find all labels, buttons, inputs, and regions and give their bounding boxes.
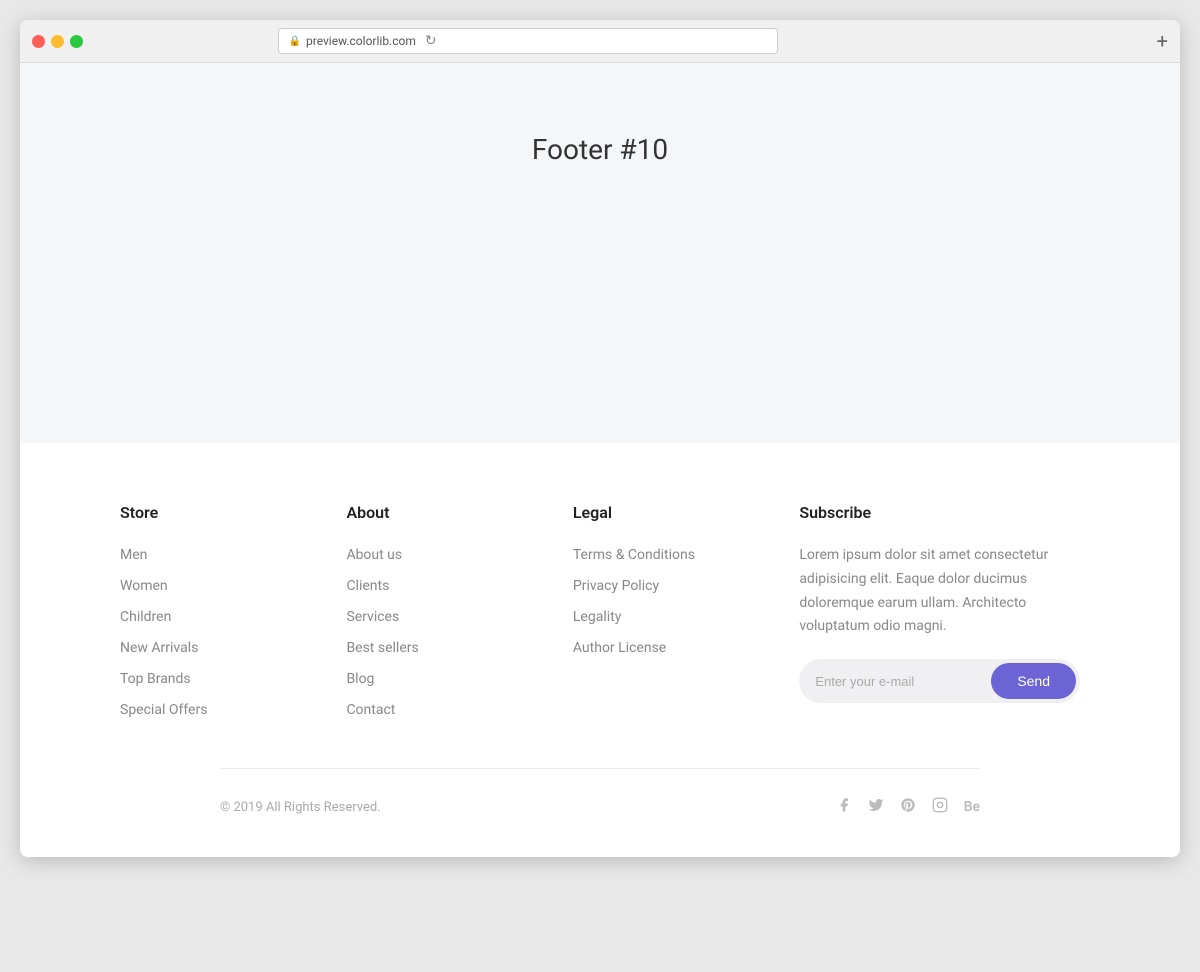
browser-dots: [32, 35, 83, 48]
list-item: Contact: [346, 699, 572, 718]
subscribe-form: Send: [799, 659, 1080, 703]
store-link-top-brands[interactable]: Top Brands: [120, 671, 191, 687]
list-item: Best sellers: [346, 637, 572, 656]
list-item: Women: [120, 575, 346, 594]
store-link-new-arrivals[interactable]: New Arrivals: [120, 640, 198, 656]
legal-heading: Legal: [573, 503, 799, 522]
close-dot[interactable]: [32, 35, 45, 48]
about-link-clients[interactable]: Clients: [346, 578, 389, 594]
new-tab-button[interactable]: +: [1157, 31, 1168, 51]
lock-icon: 🔒: [289, 36, 301, 47]
url-text: preview.colorlib.com: [306, 34, 416, 48]
footer-columns: Store Men Women Children New Arrivals To…: [120, 503, 1080, 768]
legal-link-terms[interactable]: Terms & Conditions: [573, 547, 695, 563]
list-item: Terms & Conditions: [573, 544, 799, 563]
about-link-best-sellers[interactable]: Best sellers: [346, 640, 418, 656]
list-item: Blog: [346, 668, 572, 687]
footer-col-about: About About us Clients Services Best sel…: [346, 503, 572, 718]
list-item: Men: [120, 544, 346, 563]
social-icons: Be: [836, 797, 980, 817]
about-link-services[interactable]: Services: [346, 609, 399, 625]
legal-link-privacy[interactable]: Privacy Policy: [573, 578, 659, 594]
footer-col-legal: Legal Terms & Conditions Privacy Policy …: [573, 503, 799, 718]
store-link-special-offers[interactable]: Special Offers: [120, 702, 207, 718]
about-heading: About: [346, 503, 572, 522]
address-bar: 🔒 preview.colorlib.com ↻: [278, 28, 778, 54]
store-link-children[interactable]: Children: [120, 609, 171, 625]
subscribe-heading: Subscribe: [799, 503, 1080, 522]
twitter-icon[interactable]: [868, 797, 884, 817]
list-item: Legality: [573, 606, 799, 625]
list-item: Author License: [573, 637, 799, 656]
refresh-icon[interactable]: ↻: [425, 33, 437, 49]
list-item: Special Offers: [120, 699, 346, 718]
facebook-icon[interactable]: [836, 797, 852, 817]
legal-link-author-license[interactable]: Author License: [573, 640, 666, 656]
legal-links: Terms & Conditions Privacy Policy Legali…: [573, 544, 799, 656]
maximize-dot[interactable]: [70, 35, 83, 48]
footer-col-store: Store Men Women Children New Arrivals To…: [120, 503, 346, 718]
store-link-men[interactable]: Men: [120, 547, 147, 563]
footer: Store Men Women Children New Arrivals To…: [20, 443, 1180, 857]
pinterest-icon[interactable]: [900, 797, 916, 817]
page-title: Footer #10: [532, 133, 668, 166]
about-link-contact[interactable]: Contact: [346, 702, 395, 718]
legal-link-legality[interactable]: Legality: [573, 609, 621, 625]
footer-col-subscribe: Subscribe Lorem ipsum dolor sit amet con…: [799, 503, 1080, 718]
about-link-blog[interactable]: Blog: [346, 671, 374, 687]
minimize-dot[interactable]: [51, 35, 64, 48]
about-link-about-us[interactable]: About us: [346, 547, 402, 563]
browser-toolbar: 🔒 preview.colorlib.com ↻ +: [20, 20, 1180, 63]
list-item: Privacy Policy: [573, 575, 799, 594]
behance-icon[interactable]: Be: [964, 799, 980, 815]
list-item: Services: [346, 606, 572, 625]
store-link-women[interactable]: Women: [120, 578, 168, 594]
copyright-text: © 2019 All Rights Reserved.: [220, 800, 381, 815]
about-links: About us Clients Services Best sellers B…: [346, 544, 572, 718]
browser-window: 🔒 preview.colorlib.com ↻ + Footer #10 St…: [20, 20, 1180, 857]
page-content: Footer #10: [20, 63, 1180, 443]
footer-bottom: © 2019 All Rights Reserved. Be: [120, 769, 1080, 857]
list-item: Clients: [346, 575, 572, 594]
list-item: About us: [346, 544, 572, 563]
email-input[interactable]: [815, 666, 991, 697]
instagram-icon[interactable]: [932, 797, 948, 817]
subscribe-description: Lorem ipsum dolor sit amet consectetur a…: [799, 544, 1080, 639]
store-links: Men Women Children New Arrivals Top Bran…: [120, 544, 346, 718]
list-item: Top Brands: [120, 668, 346, 687]
list-item: New Arrivals: [120, 637, 346, 656]
list-item: Children: [120, 606, 346, 625]
store-heading: Store: [120, 503, 346, 522]
send-button[interactable]: Send: [991, 663, 1076, 699]
